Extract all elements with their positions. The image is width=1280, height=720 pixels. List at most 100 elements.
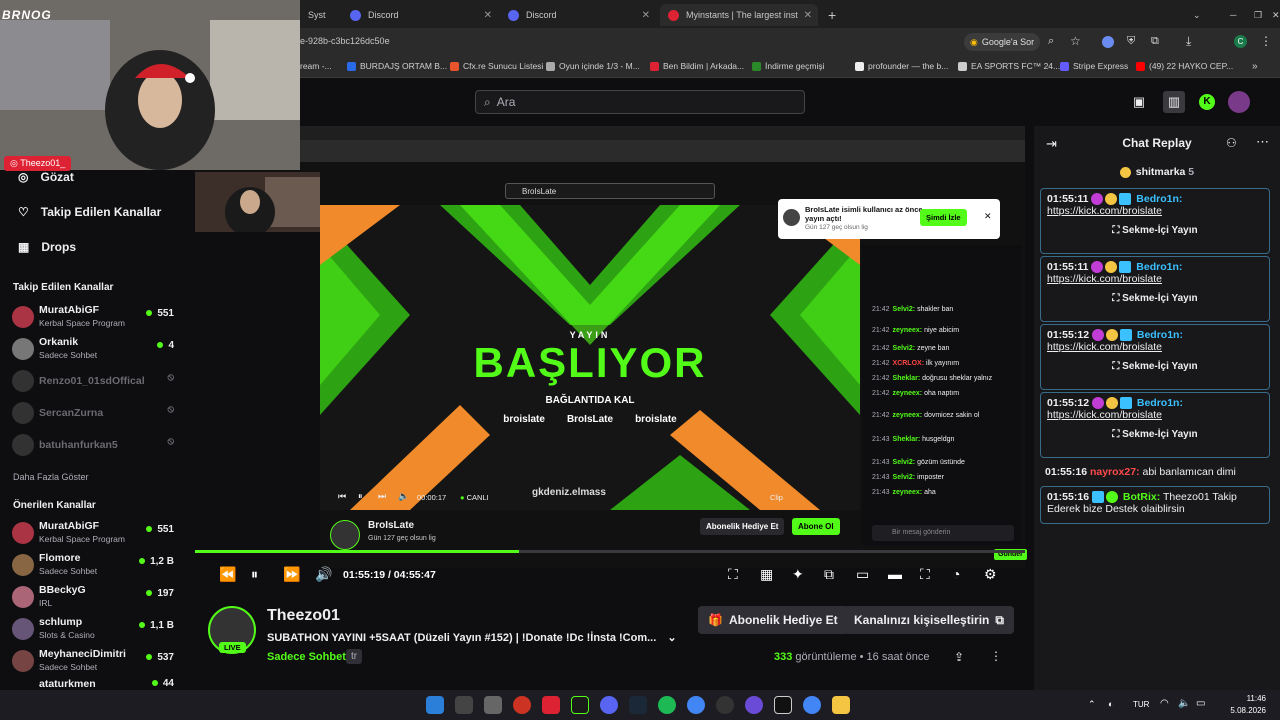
followed-channel-offline[interactable]: SercanZurna ⦸ [12, 398, 182, 428]
nvidia-icon[interactable] [571, 696, 589, 714]
sidebar-item-drops[interactable]: ▦ Drops [18, 240, 76, 254]
media-player-icon[interactable] [513, 696, 531, 714]
chrome-icon[interactable] [803, 696, 821, 714]
fullscreen-icon[interactable]: ⛶ [920, 566, 930, 583]
dropdown-icon[interactable]: ⌄ [1185, 4, 1209, 26]
taskbar-app-icon[interactable] [716, 696, 734, 714]
taskbar-app-icon[interactable] [774, 696, 792, 714]
pip-icon[interactable]: ⧉ [824, 566, 834, 583]
shield-icon[interactable]: ⛨ [1127, 35, 1135, 48]
recommended-channel[interactable]: BBeckyG IRL 197 [12, 582, 182, 612]
language-indicator[interactable]: TUR [1133, 700, 1149, 709]
bookmark-item[interactable]: BURDAJŞ ORTAM B... [347, 61, 447, 71]
inline-stream-embed[interactable]: ⛶ Sekme-İçi Yayın [1047, 225, 1263, 238]
speaker-icon[interactable]: 🔈 [1178, 698, 1190, 709]
chat-more-icon[interactable]: ⋯ [1256, 134, 1269, 150]
close-icon[interactable]: ✕ [642, 10, 650, 21]
share-icon[interactable]: ⇪ [954, 650, 964, 664]
inline-stream-embed[interactable]: ⛶ Sekme-İçi Yayın [1047, 361, 1263, 374]
rewind-icon[interactable]: ⏪ [219, 566, 236, 583]
bookmark-item[interactable]: (49) 22 HAYKO CEP... [1136, 61, 1233, 71]
followed-channel-offline[interactable]: batuhanfurkan5 ⦸ [12, 430, 182, 460]
forward-icon[interactable]: ⏩ [283, 566, 300, 583]
inline-stream-embed[interactable]: ⛶ Sekme-İçi Yayın [1047, 293, 1263, 306]
tray-chevron-icon[interactable]: ⌃ [1088, 699, 1096, 710]
mini-player-icon[interactable]: ▭ [856, 566, 869, 583]
minimize-icon[interactable]: ─ [1222, 4, 1244, 26]
discord-icon[interactable] [600, 696, 618, 714]
close-icon[interactable]: ✕ [804, 10, 812, 21]
bookmark-item[interactable]: Stripe Express [1060, 61, 1128, 71]
stats-icon[interactable]: ▦ [760, 566, 773, 583]
pause-button[interactable]: ⏸ [251, 566, 258, 583]
bookmark-item[interactable]: Ben Bildim | Arkada... [650, 61, 744, 71]
taskbar-app-icon[interactable] [745, 696, 763, 714]
file-explorer-icon[interactable] [832, 696, 850, 714]
bookmarks-more-icon[interactable]: » [1252, 61, 1258, 72]
show-more-link[interactable]: Daha Fazla Göster [13, 472, 89, 482]
recommended-channel[interactable]: MeyhaneciDimitri Sadece Sohbet 537 [12, 646, 182, 676]
new-tab-button[interactable]: + [820, 4, 840, 26]
google-ask-button[interactable]: ◉ Google'a Sor [964, 33, 1041, 51]
layout-icon[interactable]: ▥ [1163, 91, 1185, 113]
category-link[interactable]: Sadece Sohbet [267, 651, 346, 663]
tab-myinstants[interactable]: Myinstants | The largest instant ✕ [660, 4, 818, 26]
wifi-icon[interactable]: ◠ [1160, 698, 1169, 709]
user-avatar[interactable] [1228, 91, 1250, 113]
bookmark-item[interactable]: profounder — the b... [855, 61, 948, 71]
sidebar-item-browse[interactable]: ◎ Gözat [18, 170, 74, 184]
steam-icon[interactable] [629, 696, 647, 714]
recommended-channel[interactable]: MuratAbiGF Kerbal Space Program 551 [12, 518, 182, 548]
profile-icon[interactable]: C [1234, 35, 1247, 48]
spotify-icon[interactable] [658, 696, 676, 714]
theater-icon[interactable]: ▣ [1131, 94, 1147, 110]
tray-icon[interactable]: ◐ [1108, 699, 1113, 709]
clip-icon[interactable]: ⛶ [728, 566, 738, 583]
zoom-icon[interactable]: ⌕ [1048, 35, 1054, 48]
taskbar-app-icon[interactable] [484, 696, 502, 714]
bookmark-item[interactable]: Cfx.re Sunucu Listesi [450, 61, 543, 71]
close-icon[interactable]: ✕ [484, 10, 492, 21]
search-input[interactable]: ⌕ Ara [475, 90, 805, 114]
followed-channel[interactable]: MuratAbiGF Kerbal Space Program 551 [12, 302, 182, 332]
bookmark-item[interactable]: Oyun içinde 1/3 - M... [546, 61, 640, 71]
url-field[interactable]: e-928b-c3bc126dc50e [300, 36, 390, 46]
seek-bar[interactable] [195, 550, 1025, 553]
chevron-down-icon[interactable]: ⌄ [667, 632, 676, 644]
battery-icon[interactable]: ▭ [1196, 698, 1205, 709]
puzzle-icon[interactable]: ⧉ [1151, 35, 1159, 48]
more-options-icon[interactable]: ⋮ [990, 649, 1002, 663]
tab-system[interactable]: Syst [300, 4, 340, 26]
kick-logo-icon[interactable]: K [1199, 94, 1215, 110]
recommended-channel[interactable]: ataturkmen 44 [12, 678, 182, 690]
window-close-icon[interactable]: ✕ [1264, 4, 1280, 26]
gift-subscription-button[interactable]: 🎁 Abonelik Hediye Et [698, 606, 848, 634]
bookmark-item[interactable]: EA SPORTS FC™ 24... [958, 61, 1060, 71]
sidebar-item-following[interactable]: ♡ Takip Edilen Kanallar [18, 205, 161, 219]
users-icon[interactable]: ⚇ [1226, 136, 1237, 150]
followed-channel-offline[interactable]: Renzo01_01sdOffical ⦸ [12, 366, 182, 396]
bookmark-item[interactable]: İndirme geçmişi [752, 61, 825, 71]
recommended-channel[interactable]: schlump Slots & Casino 1,1 B [12, 614, 182, 644]
volume-icon[interactable]: 🔊 [315, 566, 332, 583]
download-icon[interactable]: ⤓ [1186, 34, 1191, 49]
channel-name[interactable]: Theezo01 [267, 607, 340, 625]
sparkle-icon[interactable]: ✦ [792, 566, 804, 583]
language-tag[interactable]: tr [346, 649, 363, 664]
tab-discord-1[interactable]: Discord ✕ [342, 4, 498, 26]
customize-channel-button[interactable]: Kanalınızı kişiselleştirin ⧉ [844, 606, 1014, 634]
windows-start-icon[interactable] [426, 696, 444, 714]
bookmark-star-icon[interactable]: ☆ [1070, 34, 1081, 48]
speed-icon[interactable]: ◔ [952, 566, 960, 582]
menu-dots-icon[interactable]: ⋮ [1260, 34, 1272, 48]
bookmark-item[interactable]: ream -... [300, 61, 332, 71]
settings-gear-icon[interactable]: ⚙ [984, 566, 997, 583]
chrome-icon[interactable] [687, 696, 705, 714]
theater-mode-icon[interactable]: ▬ [888, 566, 902, 582]
task-view-icon[interactable] [455, 696, 473, 714]
inline-stream-embed[interactable]: ⛶ Sekme-İçi Yayın [1047, 429, 1263, 442]
followed-channel[interactable]: Orkanik Sadece Sohbet 4 [12, 334, 182, 364]
recommended-channel[interactable]: Flomore Sadece Sohbet 1,2 B [12, 550, 182, 580]
tab-discord-2[interactable]: Discord ✕ [500, 4, 656, 26]
system-clock[interactable]: 11:46 5.08.2026 [1230, 693, 1266, 717]
